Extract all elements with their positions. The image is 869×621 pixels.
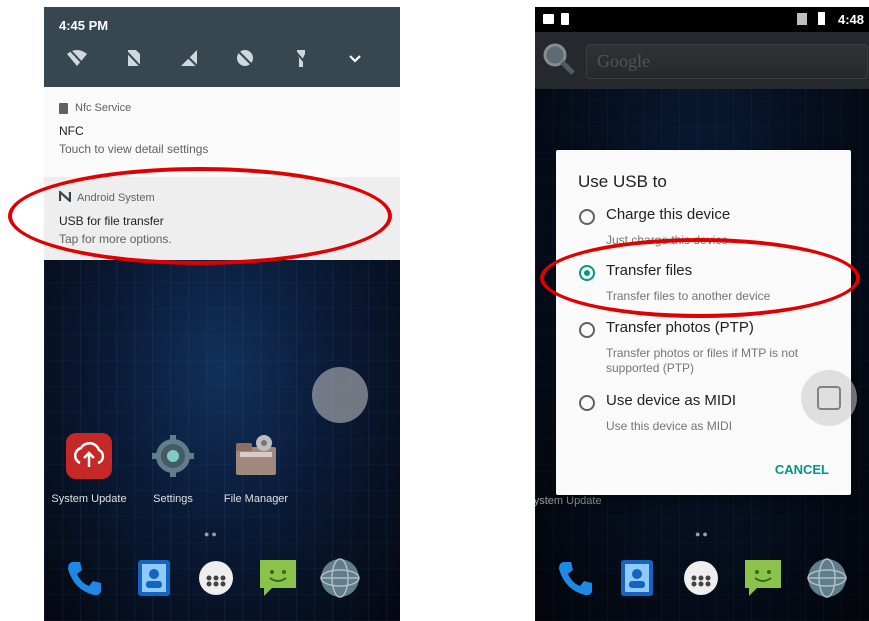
image-notification-icon (543, 14, 554, 24)
radio-button[interactable] (579, 322, 595, 338)
scan-frame-icon (817, 386, 841, 410)
flashlight-off-icon[interactable] (288, 47, 314, 73)
option-label: Transfer photos (PTP) (606, 319, 754, 336)
browser-icon[interactable] (805, 556, 849, 600)
notification-title: NFC (59, 124, 84, 138)
page-indicator: ●● (204, 529, 219, 539)
expand-chevron-icon[interactable] (342, 47, 368, 73)
rotate-off-icon[interactable] (232, 47, 258, 73)
status-time: 4:48 (837, 12, 864, 27)
phone-icon[interactable] (62, 556, 106, 600)
nfc-notification-icon (561, 13, 569, 25)
contacts-icon[interactable] (615, 556, 659, 600)
status-time: 4:45 PM (59, 18, 109, 33)
messaging-icon[interactable] (741, 556, 785, 600)
option-label: Charge this device (606, 206, 731, 223)
status-bar: 4:48 (535, 7, 869, 32)
browser-icon[interactable] (318, 556, 362, 600)
settings-app-icon[interactable] (150, 433, 196, 479)
nfc-icon (59, 102, 68, 114)
radio-button[interactable] (579, 395, 595, 411)
wifi-off-icon[interactable] (64, 47, 90, 73)
notification-nfc[interactable]: Nfc Service NFC Touch to view detail set… (44, 87, 400, 177)
floating-scan-button[interactable] (801, 370, 857, 426)
signal-off-icon[interactable] (176, 47, 202, 73)
usb-mode-dialog: Use USB to Charge this device Just charg… (556, 150, 851, 495)
messaging-icon[interactable] (256, 556, 300, 600)
folder-icon (236, 435, 276, 475)
app-label-file-manager: File Manager (223, 493, 289, 505)
app-label-system-update: System Update (535, 495, 602, 507)
app-drawer-icon[interactable] (194, 556, 238, 600)
notification-app-name: Nfc Service (75, 102, 132, 114)
quick-settings-row (44, 47, 400, 77)
option-label: Use device as MIDI (606, 392, 737, 409)
notification-text: Touch to view detail settings (59, 142, 209, 156)
gear-icon (152, 435, 194, 477)
option-description: Use this device as MIDI (606, 419, 733, 433)
notification-app-row: Nfc Service (59, 102, 131, 114)
radio-button[interactable] (579, 209, 595, 225)
page-indicator: ●● (695, 529, 710, 539)
notification-shade-header: 4:45 PM (44, 7, 400, 87)
dialog-title: Use USB to (578, 172, 667, 191)
highlight-ellipse-notification (8, 167, 392, 265)
app-label-system-update: System Update (51, 493, 127, 505)
scan-frame-icon (328, 383, 352, 407)
left-phone-screen: 4:45 PM Nfc Service NFC Touch to view de… (44, 7, 400, 621)
battery-charging-icon (818, 12, 825, 25)
no-sim-icon (797, 13, 807, 25)
app-label-settings: Settings (153, 493, 193, 505)
cloud-upload-icon (74, 441, 105, 467)
highlight-ellipse-transfer-files (540, 238, 860, 318)
system-update-app-icon[interactable] (66, 433, 112, 479)
app-drawer-icon[interactable] (679, 556, 723, 600)
file-manager-app-icon[interactable] (233, 433, 279, 479)
phone-icon[interactable] (553, 556, 597, 600)
contacts-icon[interactable] (132, 556, 176, 600)
floating-scan-button[interactable] (312, 367, 368, 423)
option-description: Transfer photos or files if MTP is not s… (606, 346, 799, 375)
sim-off-icon[interactable] (120, 47, 146, 73)
cancel-button[interactable]: CANCEL (775, 462, 829, 477)
